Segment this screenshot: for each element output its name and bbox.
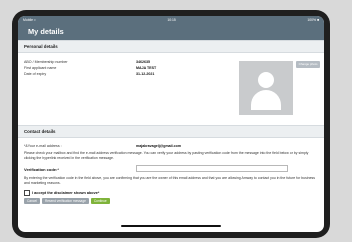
status-bar: Mobile ≈ 10:15 100% ■	[18, 16, 324, 23]
name-row: First applicant name MAJA TEST	[24, 66, 156, 70]
name-label: First applicant name	[24, 66, 57, 70]
disclaimer-row[interactable]: I accept the disclaimer shown above*	[24, 190, 99, 196]
contact-details-section: *&Your e-mail address : majakravagelj@gm…	[18, 138, 324, 232]
membership-label: ABO / Membership number	[24, 60, 68, 64]
contact-details-heading: Contact details	[18, 125, 324, 138]
status-battery: 100% ■	[307, 17, 319, 22]
status-left: Mobile ≈	[23, 17, 36, 22]
personal-details-section: ABO / Membership number 3462635 First app…	[18, 53, 324, 125]
verification-info: Please check your mailbox and find the e…	[24, 151, 309, 160]
page-title: My details	[18, 23, 324, 40]
status-time: 10:15	[167, 17, 176, 22]
expiry-row: Date of expiry 31-12-2021	[24, 72, 154, 76]
membership-row: ABO / Membership number 3462635	[24, 60, 150, 64]
avatar-head-icon	[258, 72, 274, 88]
personal-details-heading: Personal details	[18, 40, 324, 53]
membership-value: 3462635	[136, 60, 150, 64]
tablet-frame: Mobile ≈ 10:15 100% ■ My details Persona…	[12, 10, 330, 238]
avatar-body-icon	[251, 90, 281, 110]
screen: Mobile ≈ 10:15 100% ■ My details Persona…	[18, 16, 324, 232]
home-indicator	[121, 225, 221, 227]
avatar	[239, 61, 293, 115]
change-photo-button[interactable]: Change photo	[296, 61, 320, 68]
expiry-value: 31-12-2021	[136, 72, 155, 76]
verification-code-label: Verification code:*	[24, 167, 59, 172]
continue-button[interactable]: Continue	[90, 198, 110, 204]
disclaimer-label: I accept the disclaimer shown above*	[32, 191, 100, 195]
email-value: majakravagelj@gmail.com	[136, 144, 182, 148]
cancel-button[interactable]: Cancel	[24, 198, 40, 204]
name-value: MAJA TEST	[136, 66, 157, 70]
resend-verification-button[interactable]: Resend verification message	[41, 198, 89, 204]
expiry-label: Date of expiry	[24, 72, 47, 76]
email-label: *&Your e-mail address :	[24, 144, 62, 148]
disclaimer-checkbox[interactable]	[24, 190, 30, 196]
consent-text: By entering the verification code in the…	[24, 176, 316, 185]
action-buttons: Cancel Resend verification message Conti…	[24, 198, 110, 204]
verification-code-input[interactable]	[136, 165, 288, 172]
